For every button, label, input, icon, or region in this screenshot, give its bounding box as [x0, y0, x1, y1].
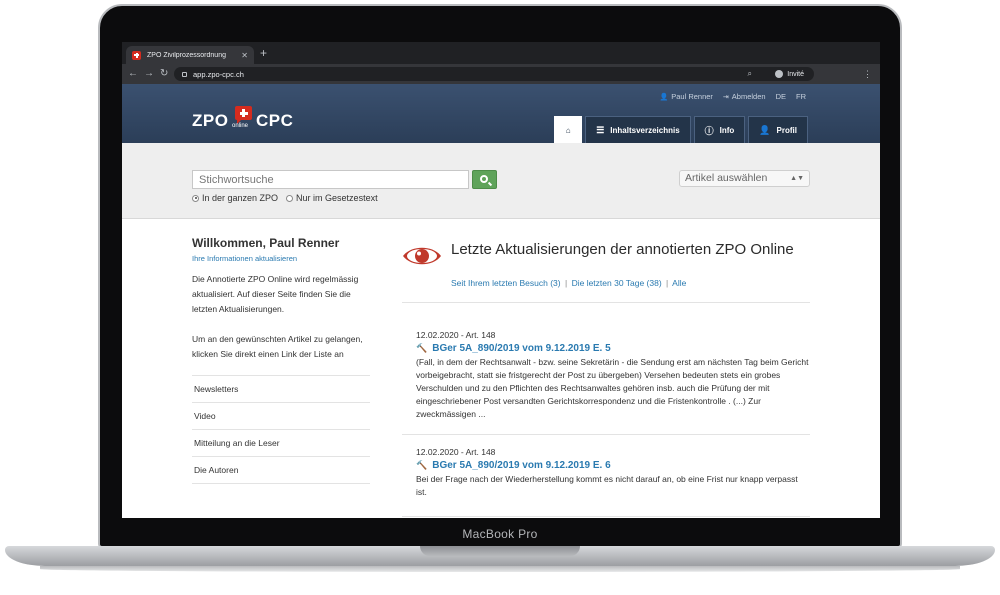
update-filters: Seit Ihrem letzten Besuch (3) | Die letz…	[451, 278, 687, 288]
entry-meta: 12.02.2020 - Art. 148	[416, 330, 496, 340]
update-info-link[interactable]: Ihre Informationen aktualisieren	[192, 254, 370, 263]
eye-icon	[403, 247, 441, 265]
tab-inhaltsverzeichnis[interactable]: ☰ Inhaltsverzeichnis	[585, 116, 691, 143]
user-link[interactable]: 👤 Paul Renner	[660, 92, 713, 101]
new-tab-icon[interactable]: +	[260, 46, 267, 60]
logout-icon: ⇥	[722, 93, 729, 101]
browser-tabbar: ZPO Zivilprozessordnung ✕ +	[122, 42, 880, 64]
avatar-icon	[775, 70, 784, 78]
address-bar[interactable]: app.zpo-cpc.ch ⌕ Invité	[174, 67, 814, 81]
scope-all[interactable]: In der ganzen ZPO	[192, 193, 278, 203]
intro-text: Die Annotierte ZPO Online wird regelmäss…	[192, 274, 359, 314]
search-scope: In der ganzen ZPO Nur im Gesetzestext	[192, 193, 378, 203]
swiss-flag-icon	[132, 50, 141, 60]
sidebar-links: Newsletters Video Mitteilung an die Lese…	[192, 375, 370, 484]
entry-meta: 12.02.2020 - Art. 148	[416, 447, 496, 457]
search-icon	[479, 174, 488, 183]
filter-all[interactable]: Alle	[672, 278, 686, 288]
screen: ZPO Zivilprozessordnung ✕ + ← → ↻ app.zp…	[122, 42, 880, 518]
sidebar-item-video[interactable]: Video	[192, 403, 370, 430]
list-icon: ☰	[596, 124, 605, 135]
lang-de[interactable]: DE	[776, 92, 786, 101]
tab-title: ZPO Zivilprozessordnung	[147, 51, 226, 59]
intro-text-2: Um an den gewünschten Artikel zu gelange…	[192, 334, 363, 359]
zoom-icon[interactable]: ⌕	[748, 69, 752, 79]
entry-link[interactable]: 🔨 BGer 5A_890/2019 vom 9.12.2019 E. 5	[416, 343, 810, 354]
main-nav: ⌂ ☰ Inhaltsverzeichnis ⓘ Info 👤 Profil	[554, 116, 808, 143]
scope-law-text[interactable]: Nur im Gesetzestext	[286, 193, 378, 203]
sidebar-item-newsletters[interactable]: Newsletters	[192, 376, 370, 403]
welcome-title: Willkommen, Paul Renner	[192, 236, 340, 250]
divider	[402, 434, 810, 435]
gavel-icon: 🔨	[416, 343, 428, 353]
info-icon: ⓘ	[704, 125, 714, 136]
laptop-notch	[420, 546, 580, 556]
tab-home[interactable]: ⌂	[554, 116, 583, 143]
back-icon[interactable]: ←	[128, 67, 138, 81]
entry-text: (Fall, in dem der Rechtsanwalt - bzw. se…	[416, 357, 809, 419]
lock-icon	[182, 71, 187, 77]
forward-icon[interactable]: →	[144, 67, 154, 81]
entry-link[interactable]: 🔨 BGer 5A_890/2019 vom 9.12.2019 E. 6	[416, 460, 810, 471]
list-item: 12.02.2020 - Art. 148 🔨 BGer 5A_890/2019 …	[416, 330, 810, 421]
url-text: app.zpo-cpc.ch	[193, 69, 244, 79]
logo-cross-icon	[235, 106, 252, 124]
browser-tab[interactable]: ZPO Zivilprozessordnung ✕	[126, 46, 254, 64]
logout-link[interactable]: ⇥ Abmelden	[723, 92, 766, 101]
gavel-icon: 🔨	[416, 460, 428, 470]
logo-cpc: CPC	[256, 111, 294, 130]
entry-text: Bei der Frage nach der Wiederherstellung…	[416, 474, 798, 497]
home-icon: ⌂	[565, 125, 571, 135]
user-bar: 👤 Paul Renner ⇥ Abmelden DE FR	[660, 92, 807, 101]
sidebar-item-autoren[interactable]: Die Autoren	[192, 457, 370, 484]
sidebar-item-mitteilung[interactable]: Mitteilung an die Leser	[192, 430, 370, 457]
divider	[402, 516, 810, 517]
search-button[interactable]	[472, 170, 497, 189]
search-band: In der ganzen ZPO Nur im Gesetzestext Ar…	[122, 143, 880, 219]
sidebar: Willkommen, Paul Renner Ihre Information…	[192, 236, 370, 484]
list-item: 12.02.2020 - Art. 148 🔨 BGer 5A_890/2019 …	[416, 447, 810, 499]
laptop-shadow	[40, 566, 960, 572]
search-input[interactable]	[192, 170, 469, 189]
radio-unchecked[interactable]	[286, 194, 294, 202]
radio-checked[interactable]	[192, 194, 199, 202]
browser-toolbar: ← → ↻ app.zpo-cpc.ch ⌕ Invité ⋮	[122, 64, 880, 84]
select-arrows-icon: ▲▼	[790, 175, 804, 182]
tab-info[interactable]: ⓘ Info	[693, 116, 746, 143]
lang-fr[interactable]: FR	[796, 92, 806, 101]
user-icon: 👤	[659, 93, 669, 101]
filter-last-30-days[interactable]: Die letzten 30 Tage (38)	[572, 278, 662, 288]
reload-icon[interactable]: ↻	[160, 67, 168, 81]
site-header: ZPO online CPC 👤 Paul Renner ⇥ Abmelden DE…	[122, 84, 880, 143]
site-logo[interactable]: ZPO online CPC	[192, 106, 302, 134]
logo-zpo: ZPO	[192, 111, 229, 130]
tab-profil[interactable]: 👤 Profil	[748, 116, 808, 143]
article-select[interactable]: Artikel auswählen ▲▼	[679, 170, 810, 187]
laptop-brand: MacBook Pro	[462, 527, 538, 541]
divider	[402, 302, 810, 303]
filter-since-last-visit[interactable]: Seit Ihrem letzten Besuch (3)	[451, 278, 561, 288]
page-title: Letzte Aktualisierungen der annotierten …	[451, 241, 794, 258]
menu-kebab-icon[interactable]: ⋮	[863, 67, 872, 81]
close-icon[interactable]: ✕	[241, 51, 248, 60]
user-icon: 👤	[759, 124, 771, 135]
profile-button[interactable]: Invité	[775, 70, 804, 78]
logo-online: online	[232, 123, 249, 129]
